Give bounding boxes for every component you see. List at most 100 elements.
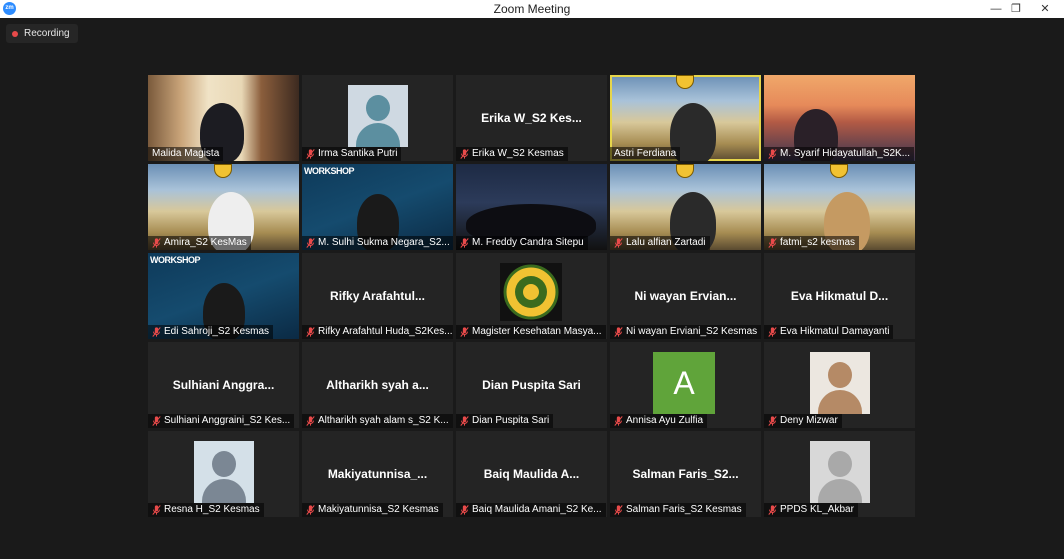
muted-mic-icon: [460, 238, 469, 248]
participant-name: M. Sulhi Sukma Negara_S2...: [318, 237, 450, 248]
participant-tile[interactable]: A Annisa Ayu Zulfia: [610, 342, 761, 428]
participant-name-display: Rifky Arafahtul...: [330, 289, 425, 303]
participant-tile[interactable]: Lalu alfian Zartadi: [610, 164, 761, 250]
participant-name-label: M. Freddy Candra Sitepu: [456, 236, 588, 250]
participant-tile[interactable]: M. Freddy Candra Sitepu: [456, 164, 607, 250]
participant-name-display: Altharikh syah a...: [326, 378, 429, 392]
participant-tile[interactable]: M. Syarif Hidayatullah_S2K...: [764, 75, 915, 161]
participant-name-label: M. Sulhi Sukma Negara_S2...: [302, 236, 453, 250]
profile-silhouette: [366, 95, 390, 121]
participant-tile[interactable]: Rifky Arafahtul... Rifky Arafahtul Huda_S…: [302, 253, 453, 339]
participant-name: Astri Ferdiana: [614, 148, 677, 159]
participant-tile[interactable]: Irma Santika Putri: [302, 75, 453, 161]
profile-picture: [810, 352, 870, 414]
profile-silhouette: [212, 451, 236, 477]
participant-tile[interactable]: Dian Puspita Sari Dian Puspita Sari: [456, 342, 607, 428]
muted-mic-icon: [152, 416, 161, 426]
participant-name: Deny Mizwar: [780, 415, 838, 426]
title-bar: zm Zoom Meeting — ❐ ✕: [0, 0, 1064, 18]
participant-tile[interactable]: Magister Kesehatan Masya...: [456, 253, 607, 339]
participant-name-label: Deny Mizwar: [764, 414, 842, 428]
muted-mic-icon: [460, 327, 469, 337]
muted-mic-icon: [306, 238, 315, 248]
participant-name-label: Dian Puspita Sari: [456, 414, 554, 428]
participant-tile[interactable]: Salman Faris_S2... Salman Faris_S2 Kesmas: [610, 431, 761, 517]
participant-tile[interactable]: Makiyatunnisa_... Makiyatunnisa_S2 Kesmas: [302, 431, 453, 517]
participant-name: Ni wayan Erviani_S2 Kesmas: [626, 326, 758, 337]
participant-name: Malida Magista: [152, 148, 220, 159]
participant-name-label: M. Syarif Hidayatullah_S2K...: [764, 147, 915, 161]
muted-mic-icon: [460, 149, 469, 159]
muted-mic-icon: [768, 416, 777, 426]
participant-tile[interactable]: Baiq Maulida A... Baiq Maulida Amani_S2 K…: [456, 431, 607, 517]
participant-name: Rifky Arafahtul Huda_S2Kes...: [318, 326, 453, 337]
muted-mic-icon: [152, 505, 161, 515]
profile-silhouette-body: [202, 479, 246, 503]
participant-name-label: Irma Santika Putri: [302, 147, 402, 161]
muted-mic-icon: [768, 327, 777, 337]
recording-indicator[interactable]: Recording: [6, 24, 78, 43]
participant-name: Amira_S2 KesMas: [164, 237, 247, 248]
participant-name-label: Salman Faris_S2 Kesmas: [610, 503, 746, 517]
window-title: Zoom Meeting: [493, 2, 571, 16]
participant-name-label: Magister Kesehatan Masya...: [456, 325, 606, 339]
participant-name: Eva Hikmatul Damayanti: [780, 326, 890, 337]
participant-name-display: Ni wayan Ervian...: [634, 289, 737, 303]
muted-mic-icon: [460, 505, 469, 515]
profile-silhouette: [828, 362, 852, 388]
participant-tile[interactable]: Ni wayan Ervian... Ni wayan Erviani_S2 Ke…: [610, 253, 761, 339]
muted-mic-icon: [306, 416, 315, 426]
muted-mic-icon: [768, 238, 777, 248]
participant-name-label: Erika W_S2 Kesmas: [456, 147, 568, 161]
university-emblem: [676, 75, 694, 89]
participant-name-display: Makiyatunnisa_...: [327, 467, 428, 481]
participant-name: M. Freddy Candra Sitepu: [472, 237, 584, 248]
participant-tile[interactable]: Sulhiani Anggra... Sulhiani Anggraini_S2 …: [148, 342, 299, 428]
participant-tile[interactable]: Resna H_S2 Kesmas: [148, 431, 299, 517]
participant-tile[interactable]: Malida Magista: [148, 75, 299, 161]
participant-tile[interactable]: fatmi_s2 kesmas: [764, 164, 915, 250]
participant-name-label: Sulhiani Anggraini_S2 Kes...: [148, 414, 295, 428]
muted-mic-icon: [614, 238, 623, 248]
muted-mic-icon: [614, 505, 623, 515]
muted-mic-icon: [306, 505, 315, 515]
participant-name: Lalu alfian Zartadi: [626, 237, 706, 248]
participant-name-display: Eva Hikmatul D...: [790, 289, 889, 303]
participant-name-display: Dian Puspita Sari: [482, 378, 581, 392]
participant-name-label: Ni wayan Erviani_S2 Kesmas: [610, 325, 761, 339]
gallery-view: Malida Magista Irma Santika Putri Erika W_…: [148, 75, 915, 517]
participant-name: PPDS KL_Akbar: [780, 504, 854, 515]
participant-name: fatmi_s2 kesmas: [780, 237, 856, 248]
muted-mic-icon: [306, 149, 315, 159]
participant-tile[interactable]: Deny Mizwar: [764, 342, 915, 428]
participant-name-label: Makiyatunnisa_S2 Kesmas: [302, 503, 443, 517]
participant-tile[interactable]: Astri Ferdiana: [610, 75, 761, 161]
participant-name-label: Altharikh syah alam s_S2 K...: [302, 414, 453, 428]
participant-name: Salman Faris_S2 Kesmas: [626, 504, 742, 515]
close-icon[interactable]: ✕: [1031, 0, 1059, 18]
participant-name-label: Annisa Ayu Zulfia: [610, 414, 708, 428]
participant-tile[interactable]: Eva Hikmatul D... Eva Hikmatul Damayanti: [764, 253, 915, 339]
profile-silhouette-body: [818, 390, 862, 414]
muted-mic-icon: [460, 416, 469, 426]
participant-tile[interactable]: PPDS KL_Akbar: [764, 431, 915, 517]
participant-tile[interactable]: Erika W_S2 Kes... Erika W_S2 Kesmas: [456, 75, 607, 161]
participant-name: Dian Puspita Sari: [472, 415, 550, 426]
participant-name-display: Sulhiani Anggra...: [172, 378, 275, 392]
participant-name-label: Baiq Maulida Amani_S2 Ke...: [456, 503, 606, 517]
university-emblem: [830, 164, 848, 178]
participant-tile[interactable]: WORKSHOP M. Sulhi Sukma Negara_S2...: [302, 164, 453, 250]
participant-name: Erika W_S2 Kesmas: [472, 148, 564, 159]
muted-mic-icon: [306, 327, 315, 337]
participant-tile[interactable]: Altharikh syah a... Altharikh syah alam s…: [302, 342, 453, 428]
participant-name-label: fatmi_s2 kesmas: [764, 236, 860, 250]
participant-name-label: Rifky Arafahtul Huda_S2Kes...: [302, 325, 453, 339]
university-emblem: [214, 164, 232, 178]
workshop-banner-text: WORKSHOP: [150, 255, 201, 265]
restore-icon[interactable]: ❐: [1002, 0, 1030, 18]
participant-name: Magister Kesehatan Masya...: [472, 326, 602, 337]
participant-tile[interactable]: WORKSHOP Edi Sahroji_S2 Kesmas: [148, 253, 299, 339]
profile-silhouette: [828, 451, 852, 477]
participant-tile[interactable]: Amira_S2 KesMas: [148, 164, 299, 250]
profile-silhouette-body: [818, 479, 862, 503]
